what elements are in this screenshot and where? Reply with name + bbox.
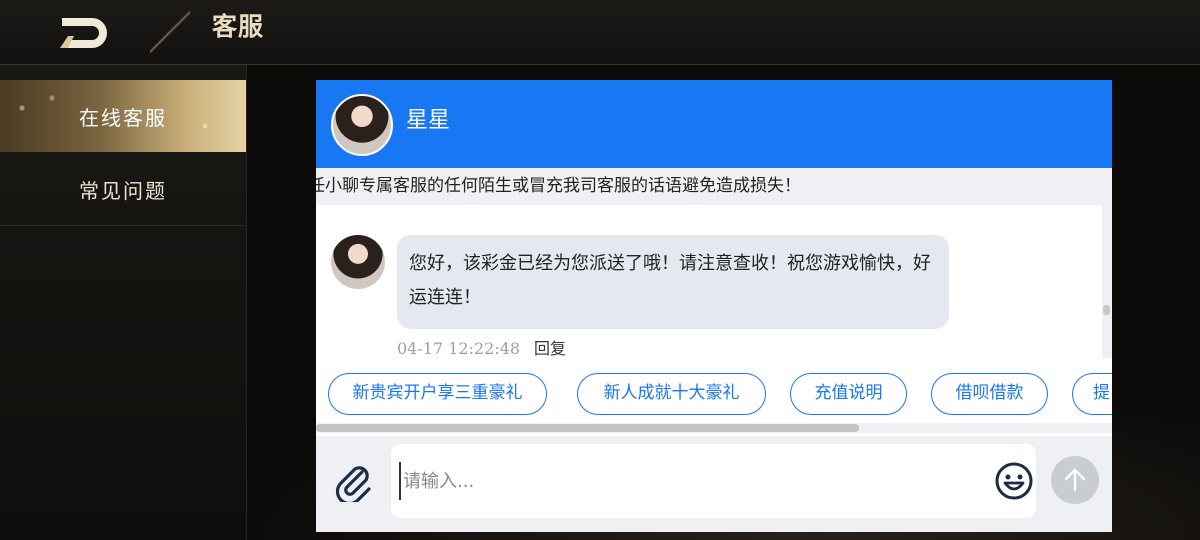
quick-reply-chip[interactable]: 新贵宾开户享三重豪礼 xyxy=(328,373,547,415)
message-avatar xyxy=(331,235,385,289)
sidebar-item-faq[interactable]: 常见问题 xyxy=(0,153,246,226)
agent-avatar xyxy=(331,94,393,156)
notice-banner: 任小聊专属客服的任何陌生或冒充我司客服的话语避免造成损失！ xyxy=(316,172,1112,200)
quick-reply-scrollbar[interactable] xyxy=(316,424,859,432)
arrow-up-icon xyxy=(1064,468,1086,492)
message-scrollbar[interactable] xyxy=(1103,305,1110,315)
header-divider xyxy=(150,0,190,64)
smiley-icon xyxy=(995,462,1033,500)
send-button[interactable] xyxy=(1051,456,1099,504)
agent-name: 星星 xyxy=(406,108,451,133)
back-logo-icon xyxy=(60,18,107,48)
message-input-box xyxy=(391,444,1036,518)
quick-reply-chip[interactable]: 充值说明 xyxy=(790,373,907,415)
quick-reply-chip[interactable]: 提 xyxy=(1072,373,1112,415)
sidebar: 在线客服 常见问题 xyxy=(0,65,247,540)
attach-button[interactable] xyxy=(332,460,374,506)
sidebar-item-online-service[interactable]: 在线客服 xyxy=(0,80,246,152)
quick-reply-chip[interactable]: 新人成就十大豪礼 xyxy=(577,373,766,415)
page-title: 客服 xyxy=(212,12,265,41)
emoji-button[interactable] xyxy=(994,461,1034,501)
top-bar: 客服 xyxy=(0,0,1200,65)
message-bubble: 您好，该彩金已经为您派送了哦！请注意查收！祝您游戏愉快，好运连连！ xyxy=(397,235,949,329)
chat-header: 星星 xyxy=(316,80,1112,168)
reply-link[interactable]: 回复 xyxy=(534,337,566,358)
paperclip-icon xyxy=(335,466,371,506)
chat-panel: 星星 任小聊专属客服的任何陌生或冒充我司客服的话语避免造成损失！ 您好，该彩金已… xyxy=(316,80,1112,532)
message-input[interactable] xyxy=(399,462,975,500)
notice-text: 任小聊专属客服的任何陌生或冒充我司客服的话语避免造成损失！ xyxy=(316,176,801,196)
input-bar xyxy=(316,436,1112,532)
message-timestamp: 04-17 12:22:48 xyxy=(397,339,521,358)
quick-reply-chip[interactable]: 借呗借款 xyxy=(931,373,1048,415)
message-list[interactable]: 您好，该彩金已经为您派送了哦！请注意查收！祝您游戏愉快，好运连连！ 04-17 … xyxy=(316,205,1102,358)
back-button[interactable] xyxy=(58,14,110,50)
